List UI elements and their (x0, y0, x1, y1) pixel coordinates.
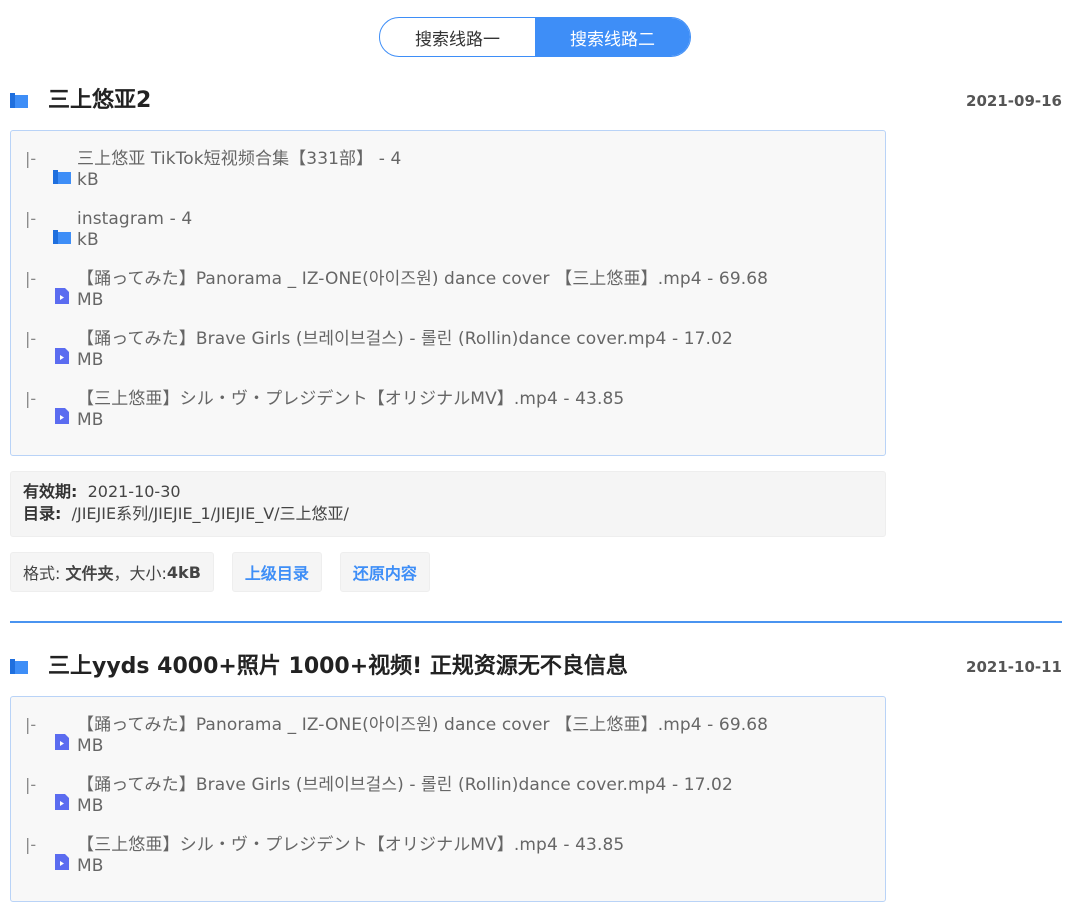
folder-icon (53, 230, 71, 244)
tree-prefix: |- (25, 389, 37, 408)
video-file-icon (55, 794, 69, 810)
file-row: |- instagram - 4 kB (25, 203, 885, 263)
format-label: 格式: (23, 564, 61, 583)
result-card: 三上yyds 4000+照片 1000+视频! 正规资源无不良信息 2021-1… (10, 652, 1062, 902)
search-route-2-button[interactable]: 搜索线路二 (535, 18, 690, 56)
tree-prefix: |- (25, 835, 37, 854)
tree-prefix: |- (25, 775, 37, 794)
file-row: |- 【三上悠亜】シル・ヴ・プレジデント【オリジナルMV】.mp4 - 43.8… (25, 383, 885, 443)
file-row: |- 【踊ってみた】Brave Girls (브레이브걸스) - 롤린 (Rol… (25, 769, 885, 829)
format-size-info: 格式: 文件夹 ，大小: 4kB (10, 552, 214, 592)
folder-icon (10, 93, 28, 108)
file-row: |- 【踊ってみた】Panorama _ IZ-ONE(아이즈원) dance … (25, 709, 885, 769)
tree-prefix: |- (25, 269, 37, 288)
file-row: |- 【三上悠亜】シル・ヴ・プレジデント【オリジナルMV】.mp4 - 43.8… (25, 829, 885, 889)
folder-icon (53, 170, 71, 184)
video-file-icon (55, 854, 69, 870)
result-date: 2021-10-11 (966, 658, 1062, 676)
size-separator: ，大小: (113, 564, 167, 583)
divider (10, 621, 1062, 623)
folder-icon (10, 659, 28, 674)
video-file-icon (55, 288, 69, 304)
directory-line: 目录: /JIEJIE系列/JIEJIE_1/JIEJIE_V/三上悠亚/ (23, 503, 873, 525)
result-meta: 有效期: 2021-10-30 目录: /JIEJIE系列/JIEJIE_1/J… (10, 471, 886, 537)
result-title[interactable]: 三上yyds 4000+照片 1000+视频! 正规资源无不良信息 (48, 652, 628, 682)
search-route-toggle: 搜索线路一 搜索线路二 (379, 17, 691, 57)
file-name: 【踊ってみた】Panorama _ IZ-ONE(아이즈원) dance cov… (77, 269, 769, 310)
file-row: |- 【踊ってみた】Brave Girls (브레이브걸스) - 롤린 (Rol… (25, 323, 885, 383)
directory-label: 目录: (23, 504, 62, 523)
result-header: 三上悠亚2 2021-09-16 (10, 86, 1062, 120)
file-name: 【三上悠亜】シル・ヴ・プレジデント【オリジナルMV】.mp4 - 43.85 MB (77, 835, 625, 876)
result-actions: 格式: 文件夹 ，大小: 4kB 上级目录 还原内容 (10, 552, 430, 592)
size-value: 4kB (166, 562, 201, 582)
video-file-icon (55, 734, 69, 750)
file-name: 【踊ってみた】Brave Girls (브레이브걸스) - 롤린 (Rollin… (77, 329, 733, 370)
result-title[interactable]: 三上悠亚2 (48, 86, 151, 116)
file-name: 【踊ってみた】Panorama _ IZ-ONE(아이즈원) dance cov… (77, 715, 769, 756)
tree-prefix: |- (25, 209, 37, 228)
validity-line: 有效期: 2021-10-30 (23, 481, 873, 503)
parent-directory-button[interactable]: 上级目录 (231, 552, 322, 592)
validity-value: 2021-10-30 (87, 482, 181, 501)
file-list: |- 【踊ってみた】Panorama _ IZ-ONE(아이즈원) dance … (10, 696, 886, 902)
file-name: 【踊ってみた】Brave Girls (브레이브걸스) - 롤린 (Rollin… (77, 775, 733, 816)
file-name: 三上悠亚 TikTok短视频合集【331部】 - 4 kB (77, 149, 402, 190)
video-file-icon (55, 348, 69, 364)
video-file-icon (55, 408, 69, 424)
file-name: instagram - 4 kB (77, 209, 193, 250)
result-date: 2021-09-16 (966, 92, 1062, 110)
format-value: 文件夹 (65, 564, 114, 583)
result-card: 三上悠亚2 2021-09-16 |- 三上悠亚 TikTok短视频合集【331… (10, 86, 1062, 592)
tree-prefix: |- (25, 715, 37, 734)
file-name: 【三上悠亜】シル・ヴ・プレジデント【オリジナルMV】.mp4 - 43.85 MB (77, 389, 625, 430)
search-route-1-button[interactable]: 搜索线路一 (380, 18, 535, 56)
file-list: |- 三上悠亚 TikTok短视频合集【331部】 - 4 kB |- insta… (10, 130, 886, 456)
file-row: |- 三上悠亚 TikTok短视频合集【331部】 - 4 kB (25, 143, 885, 203)
tree-prefix: |- (25, 329, 37, 348)
restore-content-button[interactable]: 还原内容 (339, 552, 430, 592)
result-header: 三上yyds 4000+照片 1000+视频! 正规资源无不良信息 2021-1… (10, 652, 1062, 686)
directory-value: /JIEJIE系列/JIEJIE_1/JIEJIE_V/三上悠亚/ (71, 504, 349, 523)
validity-label: 有效期: (23, 482, 78, 501)
file-row: |- 【踊ってみた】Panorama _ IZ-ONE(아이즈원) dance … (25, 263, 885, 323)
tree-prefix: |- (25, 149, 37, 168)
